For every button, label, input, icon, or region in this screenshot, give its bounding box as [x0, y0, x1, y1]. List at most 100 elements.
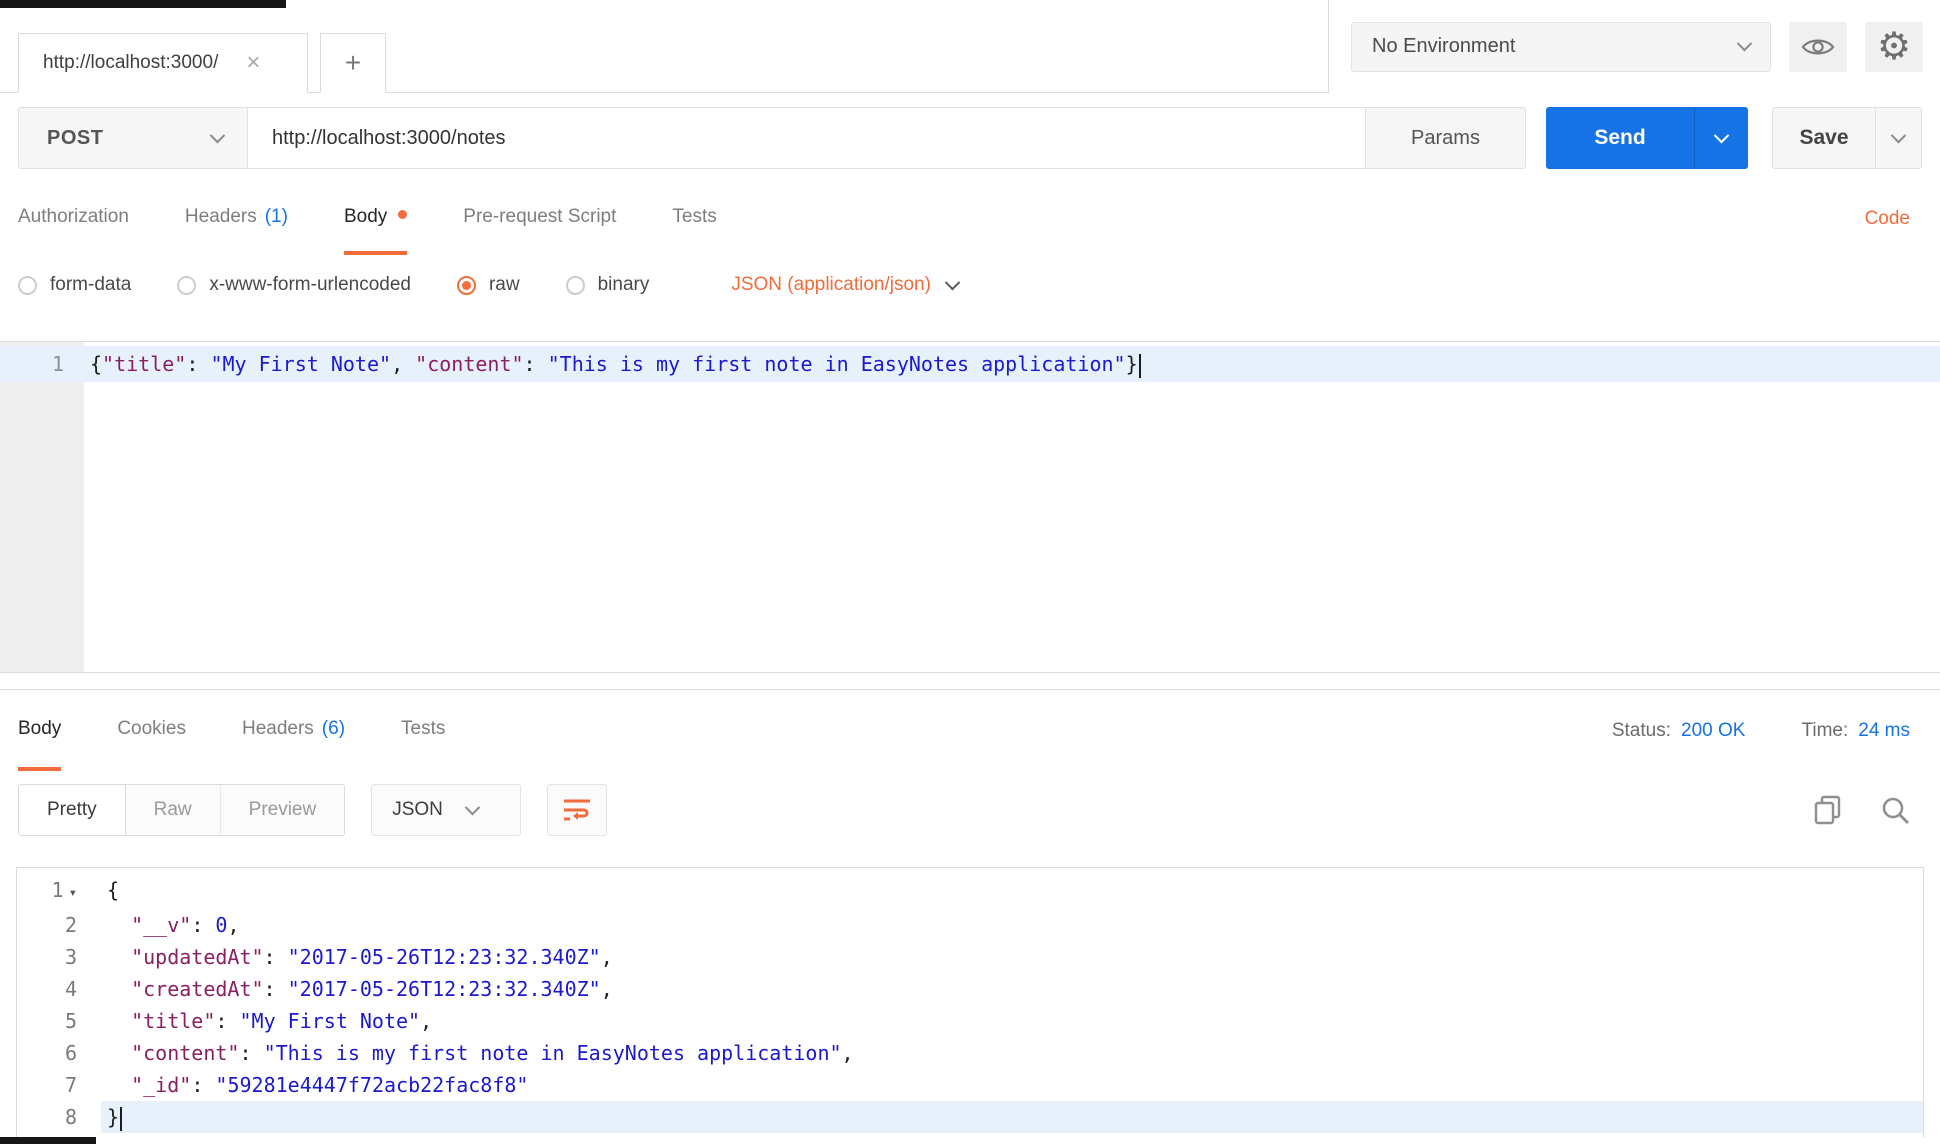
body-type-row: form-data x-www-form-urlencoded raw bina… — [0, 255, 1940, 315]
view-mode-raw[interactable]: Raw — [126, 785, 221, 835]
code-line-content[interactable]: {"title": "My First Note", "content": "T… — [84, 346, 1940, 382]
radio-label: x-www-form-urlencoded — [209, 274, 411, 295]
environment-quicklook-button[interactable] — [1789, 21, 1847, 72]
code-line-content[interactable]: "updatedAt": "2017-05-26T12:23:32.340Z", — [101, 941, 1923, 973]
tab-label: Headers — [184, 206, 257, 227]
environment-selected-label: No Environment — [1372, 35, 1516, 57]
save-options-button[interactable] — [1875, 108, 1921, 168]
send-button[interactable]: Send — [1546, 107, 1694, 169]
request-body-editor[interactable]: 1 {"title": "My First Note", "content": "… — [0, 341, 1940, 673]
top-bar: http://localhost:3000/ × + No Environmen… — [0, 0, 1940, 93]
headers-count-badge: (6) — [321, 717, 346, 739]
radio-urlencoded[interactable]: x-www-form-urlencoded — [177, 274, 411, 296]
copy-icon[interactable] — [1814, 795, 1842, 825]
radio-raw[interactable]: raw — [456, 274, 520, 296]
line-number: 4 — [64, 977, 77, 1001]
line-number: 3 — [64, 945, 77, 969]
chevron-down-icon — [209, 127, 226, 143]
chevron-down-icon — [944, 274, 961, 290]
view-mode-preview[interactable]: Preview — [221, 785, 345, 835]
tab-label: Pre-request Script — [463, 206, 617, 227]
close-tab-icon[interactable]: × — [246, 51, 260, 75]
tab-headers[interactable]: Headers (1) — [185, 183, 288, 255]
response-tab-cookies[interactable]: Cookies — [117, 690, 186, 771]
params-button[interactable]: Params — [1366, 107, 1526, 169]
code-line-content[interactable]: "__v": 0, — [101, 909, 1923, 941]
request-builder-row: POST Params Send Save — [18, 107, 1922, 169]
method-select[interactable]: POST — [18, 107, 248, 169]
line-number: 1 — [51, 352, 64, 376]
search-icon[interactable] — [1880, 795, 1910, 825]
response-tab-headers[interactable]: Headers (6) — [242, 690, 345, 771]
tab-authorization[interactable]: Authorization — [18, 183, 129, 255]
editor-line[interactable]: 7 "_id": "59281e4447f72acb22fac8f8" — [17, 1069, 1923, 1101]
body-modified-dot — [398, 209, 408, 219]
tab-label: Tests — [672, 206, 717, 227]
environment-select[interactable]: No Environment — [1351, 21, 1771, 72]
tab-tests[interactable]: Tests — [672, 183, 716, 255]
editor-line[interactable]: 5 "title": "My First Note", — [17, 1005, 1923, 1037]
response-tab-tests[interactable]: Tests — [401, 690, 445, 771]
content-type-select[interactable]: JSON (application/json) — [731, 274, 961, 296]
line-number: 7 — [64, 1073, 77, 1097]
fold-caret-icon[interactable]: ▾ — [69, 885, 77, 901]
editor-line[interactable]: 8} — [17, 1101, 1923, 1133]
send-options-button[interactable] — [1694, 107, 1748, 169]
save-button-group: Save — [1772, 107, 1922, 169]
code-line-content[interactable]: } — [101, 1101, 1923, 1133]
line-number: 5 — [64, 1009, 77, 1033]
response-format-select[interactable]: JSON — [371, 784, 522, 836]
radio-label: binary — [597, 274, 650, 295]
editor-line[interactable]: 2 "__v": 0, — [17, 909, 1923, 941]
code-line-content[interactable]: "content": "This is my first note in Eas… — [101, 1037, 1923, 1069]
status-value: 200 OK — [1681, 719, 1746, 741]
radio-selected-icon — [456, 275, 476, 295]
radio-icon — [18, 275, 37, 295]
request-url-input[interactable] — [248, 107, 1366, 169]
headers-count-badge: (1) — [264, 206, 288, 227]
code-link[interactable]: Code — [1865, 183, 1910, 255]
request-tab-title: http://localhost:3000/ — [43, 52, 219, 73]
code-line-content[interactable]: "_id": "59281e4447f72acb22fac8f8" — [101, 1069, 1923, 1101]
editor-line[interactable]: 1 ▾ { — [17, 874, 1923, 909]
window-artifact-bottom — [0, 1137, 96, 1144]
editor-line[interactable]: 6 "content": "This is my first note in E… — [17, 1037, 1923, 1069]
editor-line[interactable]: 4 "createdAt": "2017-05-26T12:23:32.340Z… — [17, 973, 1923, 1005]
save-button[interactable]: Save — [1773, 108, 1875, 168]
code-line-content[interactable]: "title": "My First Note", — [101, 1005, 1923, 1037]
content-type-label: JSON (application/json) — [731, 274, 931, 295]
radio-form-data[interactable]: form-data — [18, 274, 131, 296]
request-tab[interactable]: http://localhost:3000/ × — [18, 33, 308, 93]
response-meta: Status: 200 OK Time: 24 ms — [1612, 690, 1910, 771]
view-mode-pretty[interactable]: Pretty — [19, 785, 126, 835]
response-body-editor[interactable]: 1 ▾{2 "__v": 0, 3 "updatedAt": "2017-05-26… — [16, 867, 1924, 1138]
method-label: POST — [47, 126, 104, 149]
new-tab-button[interactable]: + — [320, 33, 386, 93]
eye-icon — [1800, 35, 1836, 59]
response-format-label: JSON — [392, 799, 443, 820]
radio-icon — [177, 275, 197, 295]
response-tab-body[interactable]: Body — [18, 690, 62, 771]
code-line-content[interactable]: { — [101, 874, 1923, 909]
response-toolbar: Pretty Raw Preview JSON — [0, 771, 1940, 849]
tab-body[interactable]: Body — [343, 183, 408, 255]
wrap-lines-button[interactable] — [547, 784, 608, 836]
editor-line[interactable]: 1 {"title": "My First Note", "content": "… — [0, 346, 1940, 382]
chevron-down-icon — [1890, 127, 1907, 143]
view-mode-switcher: Pretty Raw Preview — [18, 784, 346, 836]
tab-label: Body — [343, 206, 388, 227]
code-line-content[interactable]: "createdAt": "2017-05-26T12:23:32.340Z", — [101, 973, 1923, 1005]
editor-line[interactable]: 3 "updatedAt": "2017-05-26T12:23:32.340Z… — [17, 941, 1923, 973]
tab-prerequest-script[interactable]: Pre-request Script — [463, 183, 616, 255]
line-number: 2 — [64, 913, 77, 937]
text-cursor — [120, 1106, 123, 1131]
radio-icon — [565, 275, 585, 295]
response-tabs: Body Cookies Headers (6) Tests Status: 2… — [0, 689, 1940, 771]
chevron-down-icon — [1736, 35, 1753, 52]
radio-binary[interactable]: binary — [565, 274, 650, 296]
settings-button[interactable]: ⚙ — [1865, 21, 1923, 72]
response-tool-icons — [1814, 795, 1910, 825]
request-tab-strip: http://localhost:3000/ × + — [18, 33, 386, 93]
request-tabs: Authorization Headers (1) Body Pre-reque… — [0, 183, 1940, 255]
line-number: 6 — [64, 1041, 77, 1065]
